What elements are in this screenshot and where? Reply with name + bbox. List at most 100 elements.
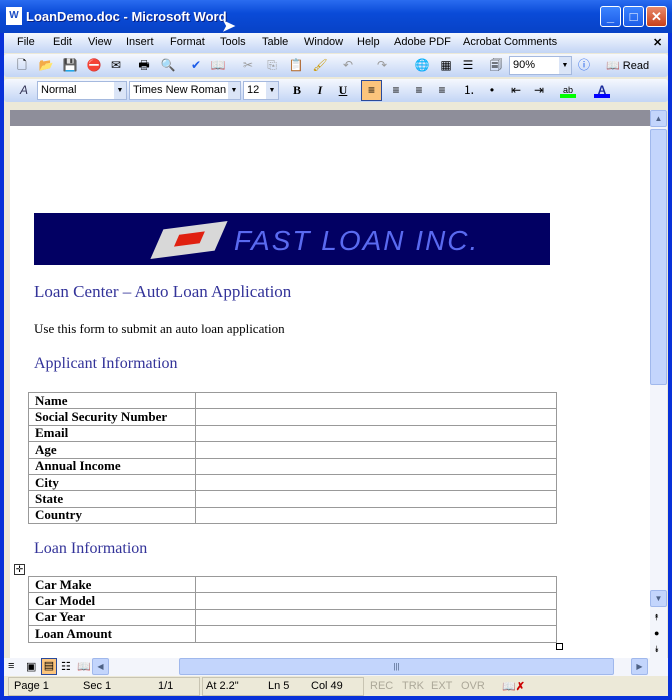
research-icon[interactable]: 📖 (210, 57, 226, 73)
chevron-down-icon: ▼ (114, 82, 126, 99)
new-icon[interactable]: 🗋 (14, 57, 30, 73)
maximize-button[interactable]: □ (623, 6, 644, 27)
menu-acrobat-comments[interactable]: Acrobat Comments (463, 36, 557, 48)
font-color-icon[interactable]: A (594, 82, 610, 98)
previous-page-icon[interactable]: ⯭ (654, 612, 659, 623)
next-page-icon[interactable]: ⯯ (654, 644, 659, 655)
highlight-icon[interactable]: ab (560, 82, 576, 98)
style-select[interactable]: Normal ▼ (37, 81, 127, 100)
menu-help[interactable]: Help (357, 36, 380, 48)
field-value[interactable] (195, 506, 557, 525)
styles-icon[interactable]: A (16, 82, 32, 98)
field-label: Country (28, 506, 196, 525)
paste-icon[interactable]: 📋 (288, 57, 304, 73)
field-value[interactable] (195, 424, 557, 443)
reading-layout-icon[interactable]: 📖 (77, 660, 91, 673)
align-center-icon[interactable]: ≡ (388, 82, 404, 98)
menu-edit[interactable]: Edit (53, 36, 72, 48)
help-icon[interactable]: ⓘ (576, 57, 592, 73)
save-icon[interactable]: 💾 (62, 57, 78, 73)
status-ovr[interactable]: OVR (461, 680, 485, 692)
justify-icon[interactable]: ≡ (434, 82, 450, 98)
increase-indent-icon[interactable]: ⇥ (531, 82, 547, 98)
field-value[interactable] (195, 608, 557, 627)
field-value[interactable] (195, 625, 557, 643)
document-map-icon[interactable]: 🗐 (488, 57, 504, 73)
close-button[interactable]: ✕ (646, 6, 667, 27)
read-label: Read (622, 60, 650, 72)
horizontal-scroll-thumb[interactable]: ||| (179, 658, 614, 675)
print-preview-icon[interactable]: 🔍 (160, 57, 176, 73)
field-value[interactable] (195, 391, 557, 410)
field-value[interactable] (195, 457, 557, 475)
table-row: Annual Income (28, 457, 557, 475)
field-value[interactable] (195, 592, 557, 610)
menu-adobe-pdf[interactable]: Adobe PDF (394, 36, 451, 48)
minimize-button[interactable]: _ (600, 6, 621, 27)
field-value[interactable] (195, 441, 557, 459)
menu-window[interactable]: Window (304, 36, 343, 48)
numbering-icon[interactable]: ⒈ (461, 82, 477, 98)
field-value[interactable] (195, 408, 557, 426)
align-right-icon[interactable]: ≡ (411, 82, 427, 98)
outline-view-icon[interactable]: ☷ (61, 660, 71, 673)
hyperlink-icon[interactable]: 🌐 (414, 57, 430, 73)
cut-icon[interactable]: ✂ (240, 57, 256, 73)
select-browse-object-icon[interactable]: ● (654, 628, 659, 638)
table-resize-handle[interactable] (556, 643, 563, 650)
table-row: Name (28, 391, 557, 410)
bold-icon[interactable]: B (289, 82, 305, 98)
bullets-icon[interactable]: • (484, 82, 500, 98)
read-button[interactable]: 📖 Read (606, 59, 649, 72)
status-trk[interactable]: TRK (402, 680, 424, 692)
formatting-toolbar: A Normal ▼ Times New Roman ▼ 12 ▼ B I U ≡ ≡… (4, 79, 668, 102)
vertical-scrollbar[interactable]: ▲ ▼ ⯭ ● ⯯ (650, 110, 667, 658)
font-select[interactable]: Times New Roman ▼ (129, 81, 241, 100)
web-layout-icon[interactable]: ▣ (26, 660, 36, 673)
menu-tools[interactable]: Tools (220, 36, 246, 48)
decrease-indent-icon[interactable]: ⇤ (508, 82, 524, 98)
menu-view[interactable]: View (88, 36, 112, 48)
undo-icon[interactable]: ↶ (340, 57, 356, 73)
race-car-icon (150, 220, 228, 260)
menu-file[interactable]: File (17, 36, 35, 48)
columns-icon[interactable]: ☰ (460, 57, 476, 73)
table-move-handle-icon[interactable]: ✛ (14, 564, 25, 575)
copy-icon[interactable]: ⎘ (264, 57, 280, 73)
scroll-thumb[interactable] (650, 129, 667, 385)
zoom-select[interactable]: 90% ▼ (509, 56, 572, 75)
italic-icon[interactable]: I (312, 82, 328, 98)
permission-icon[interactable]: ⛔ (86, 57, 102, 73)
print-layout-icon[interactable]: ▤ (41, 658, 57, 675)
menu-format[interactable]: Format (170, 36, 205, 48)
align-left-icon[interactable]: ≡ (361, 80, 382, 101)
field-value[interactable] (195, 575, 557, 594)
print-icon[interactable]: 🖶 (136, 57, 152, 73)
status-rec[interactable]: REC (370, 680, 393, 692)
redo-icon[interactable]: ↷ (374, 57, 390, 73)
scroll-up-button[interactable]: ▲ (650, 110, 667, 127)
underline-icon[interactable]: U (335, 82, 351, 98)
scroll-right-button[interactable]: ▶ (631, 658, 648, 675)
word-doc-icon[interactable]: W (6, 7, 22, 25)
spelling-status-icon[interactable]: 📖✗ (502, 680, 525, 693)
spelling-icon[interactable]: ✔ (188, 57, 204, 73)
tables-borders-icon[interactable]: ▦ (438, 57, 454, 73)
font-size-select[interactable]: 12 ▼ (243, 81, 279, 100)
table-row: City (28, 473, 557, 492)
format-painter-icon[interactable]: 🖌 (312, 57, 328, 73)
status-ext[interactable]: EXT (431, 680, 452, 692)
close-doc-icon[interactable]: ✕ (653, 36, 662, 49)
document-area[interactable]: FAST LOAN INC. Loan Center – Auto Loan A… (10, 110, 650, 658)
scroll-left-button[interactable]: ◀ (92, 658, 109, 675)
field-value[interactable] (195, 473, 557, 492)
intro-text: Use this form to submit an auto loan app… (34, 321, 285, 336)
menu-insert[interactable]: Insert (126, 36, 154, 48)
email-icon[interactable]: ✉ (108, 57, 124, 73)
scroll-down-button[interactable]: ▼ (650, 590, 667, 607)
normal-view-icon[interactable]: ≡ (8, 660, 14, 672)
open-icon[interactable]: 📂 (38, 57, 54, 73)
field-value[interactable] (195, 490, 557, 508)
menu-table[interactable]: Table (262, 36, 288, 48)
field-label: Car Make (28, 575, 196, 594)
